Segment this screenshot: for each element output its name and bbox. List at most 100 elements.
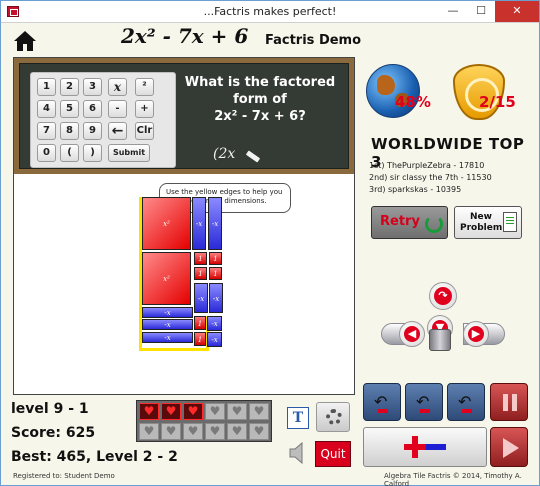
- key-plus[interactable]: +: [135, 100, 154, 118]
- question-line-3: 2x² - 7x + 6?: [214, 109, 306, 124]
- chalkboard-surface: 1 2 3 x ² 4 5 6 - + 7 8 9 ← Clr 0 () Su…: [19, 63, 349, 169]
- copyright: Algebra Tile Factris © 2014, Timothy A. …: [384, 472, 522, 486]
- key-backspace[interactable]: ←: [108, 122, 127, 140]
- heart-empty-icon: ♥: [227, 403, 247, 420]
- heart-empty-icon: ♥: [205, 403, 225, 420]
- retry-button[interactable]: Retry: [371, 206, 448, 239]
- question-line-2: form of: [233, 92, 287, 107]
- heart-empty-icon: ♥: [249, 423, 269, 440]
- gear-icon: [326, 409, 342, 425]
- key-1[interactable]: 1: [37, 78, 56, 96]
- key-0[interactable]: 0: [37, 144, 56, 162]
- key-5[interactable]: 5: [60, 100, 79, 118]
- tile-neg-x[interactable]: -x: [142, 319, 193, 330]
- key-9[interactable]: 9: [83, 122, 102, 140]
- tile-one[interactable]: 1: [194, 252, 207, 265]
- key-close-paren[interactable]: ): [83, 144, 102, 162]
- document-icon: [503, 212, 517, 232]
- refresh-icon: [425, 215, 443, 233]
- retry-label: Retry: [380, 214, 420, 229]
- level-progress: 2/15: [479, 93, 516, 111]
- heart-empty-icon: ♥: [139, 423, 159, 440]
- title-bar: ...Factris makes perfect! — ☐ ✕: [1, 1, 539, 23]
- key-4[interactable]: 4: [37, 100, 56, 118]
- plus-icon: [404, 436, 426, 458]
- chalk-question: What is the factored form of 2x² - 7x + …: [170, 74, 350, 125]
- move-right-button[interactable]: ▶: [463, 321, 489, 347]
- key-minus[interactable]: -: [108, 100, 127, 118]
- app-name: Factris Demo: [265, 33, 362, 48]
- text-icon[interactable]: T: [287, 407, 309, 429]
- heart-full-icon: ♥: [139, 403, 159, 420]
- question-line-1: What is the factored: [184, 75, 336, 90]
- key-clear[interactable]: Clr: [135, 122, 154, 140]
- level-label: level 9 - 1: [11, 401, 89, 417]
- submit-button[interactable]: Submit: [108, 144, 150, 162]
- app-window: ...Factris makes perfect! — ☐ ✕ 2x² - 7x…: [0, 0, 540, 486]
- chalkboard: 1 2 3 x ² 4 5 6 - + 7 8 9 ← Clr 0 () Su…: [14, 58, 354, 174]
- problem-expression: 2x² - 7x + 6: [121, 24, 249, 48]
- maximize-button[interactable]: ☐: [467, 1, 495, 22]
- new-problem-button[interactable]: New Problem: [454, 206, 522, 239]
- tile-neg-x[interactable]: -x: [208, 197, 222, 250]
- tile-neg-x[interactable]: -x: [194, 283, 208, 313]
- heart-empty-icon: ♥: [183, 423, 203, 440]
- score-label: Score: 625: [11, 425, 96, 441]
- tile-one[interactable]: 1: [209, 252, 222, 265]
- tile-one[interactable]: 1: [194, 267, 207, 280]
- minimize-button[interactable]: —: [439, 1, 467, 22]
- answer-input: (2x: [213, 146, 236, 162]
- key-2[interactable]: 2: [60, 78, 79, 96]
- keypad: 1 2 3 x ² 4 5 6 - + 7 8 9 ← Clr 0 () Su…: [30, 72, 176, 168]
- key-6[interactable]: 6: [83, 100, 102, 118]
- tile-neg-x[interactable]: -x: [207, 332, 222, 347]
- leaderboard-row: 1st) ThePurpleZebra - 17810: [369, 161, 485, 170]
- worldwide-percent: 48%: [395, 93, 431, 111]
- tile-neg-x[interactable]: -x: [142, 307, 193, 318]
- key-3[interactable]: 3: [83, 78, 102, 96]
- tile-neg-x[interactable]: -x: [142, 332, 193, 343]
- undo-button-2[interactable]: ↶: [405, 383, 443, 421]
- heart-empty-icon: ♥: [249, 403, 269, 420]
- chalk-icon: [245, 150, 261, 163]
- tile-one[interactable]: 1: [194, 332, 206, 346]
- tile-x-squared[interactable]: x²: [142, 197, 191, 250]
- tile-x-squared[interactable]: x²: [142, 252, 191, 305]
- leaderboard-row: 3rd) sparkskas - 10395: [369, 185, 462, 194]
- bucket-icon: [429, 329, 451, 351]
- tile-neg-x[interactable]: -x: [207, 316, 222, 331]
- undo-button-3[interactable]: ↶: [447, 383, 485, 421]
- tile-neg-x[interactable]: -x: [209, 283, 223, 313]
- registered-to: Registered to: Student Demo: [13, 472, 115, 480]
- heart-empty-icon: ♥: [161, 423, 181, 440]
- home-icon[interactable]: [13, 29, 37, 53]
- move-left-button[interactable]: ◀: [399, 321, 425, 347]
- speaker-icon[interactable]: [288, 441, 308, 465]
- badge-icon: [453, 64, 505, 120]
- key-squared[interactable]: ²: [135, 78, 154, 96]
- key-x[interactable]: x: [108, 78, 127, 96]
- minus-icon: [426, 444, 446, 450]
- tile-one[interactable]: 1: [209, 267, 222, 280]
- key-8[interactable]: 8: [60, 122, 79, 140]
- undo-button-1[interactable]: ↶: [363, 383, 401, 421]
- heart-empty-icon: ♥: [205, 423, 225, 440]
- heart-empty-icon: ♥: [227, 423, 247, 440]
- rotate-button[interactable]: ↷: [429, 282, 457, 310]
- play-button[interactable]: [490, 427, 528, 467]
- new-problem-label: New Problem: [460, 212, 503, 233]
- lives-meter: ♥ ♥ ♥ ♥ ♥ ♥ ♥ ♥ ♥ ♥ ♥ ♥: [136, 400, 272, 442]
- best-label: Best: 465, Level 2 - 2: [11, 449, 178, 465]
- sign-toggle-button[interactable]: [363, 427, 487, 467]
- pause-button[interactable]: [490, 383, 528, 421]
- close-button[interactable]: ✕: [495, 1, 539, 22]
- settings-button[interactable]: [316, 402, 350, 432]
- quit-button[interactable]: Quit: [315, 441, 351, 467]
- tile-one[interactable]: 1: [194, 316, 206, 330]
- yellow-edge-bottom: [139, 348, 206, 351]
- heart-full-icon: ♥: [161, 403, 181, 420]
- key-open-paren[interactable]: (: [60, 144, 79, 162]
- leaderboard-row: 2nd) sir classy the 7th - 11530: [369, 173, 492, 182]
- key-7[interactable]: 7: [37, 122, 56, 140]
- tile-neg-x[interactable]: -x: [192, 197, 206, 250]
